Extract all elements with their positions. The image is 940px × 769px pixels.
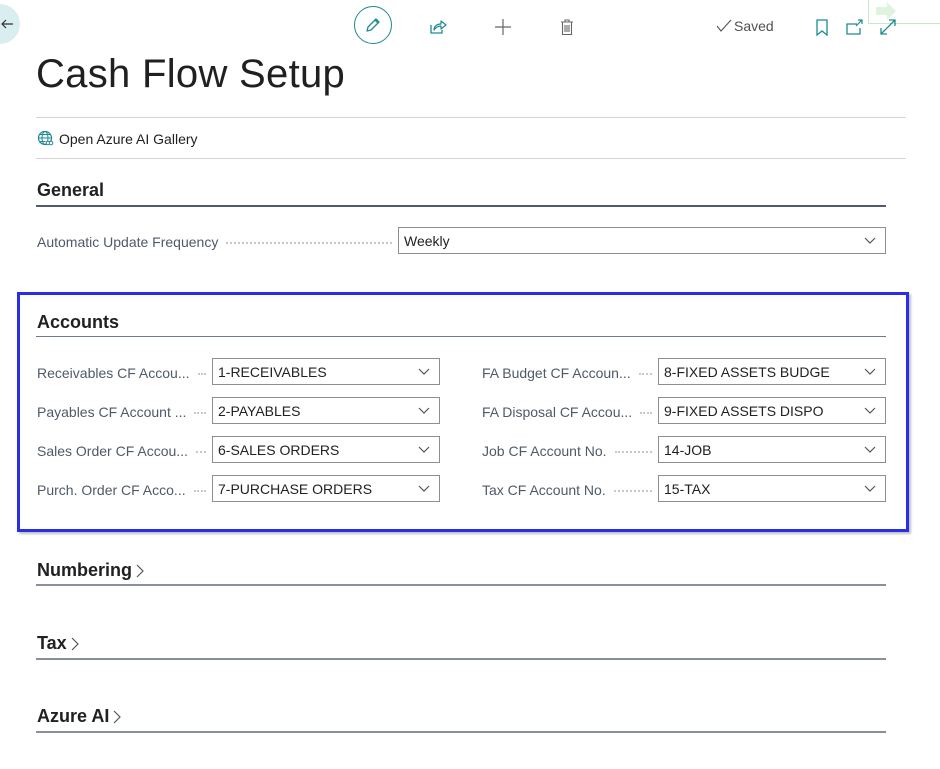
select-value: Weekly [404, 232, 450, 249]
section-general-title: General [37, 180, 105, 200]
leader-dots [226, 242, 392, 244]
section-rule [36, 205, 886, 207]
open-new-window-button[interactable] [844, 17, 866, 37]
section-azure-ai-header[interactable]: Azure AI [37, 706, 122, 727]
section-general-header[interactable]: General [37, 180, 104, 201]
expand-icon [880, 19, 896, 35]
arrow-left-icon [1, 19, 13, 29]
share-button[interactable] [426, 16, 450, 38]
chevron-right-icon [71, 637, 79, 650]
section-tax-title: Tax [37, 633, 67, 653]
divider [36, 158, 906, 159]
chevron-down-icon [855, 237, 885, 245]
globe-link-icon [37, 130, 54, 146]
plus-icon [495, 19, 511, 35]
section-tax-header[interactable]: Tax [37, 633, 79, 654]
automatic-update-frequency-select[interactable]: Weekly [398, 227, 886, 254]
section-rule [36, 584, 886, 586]
back-button[interactable] [0, 4, 20, 44]
accounts-highlight-frame [17, 292, 909, 532]
saved-status: Saved [716, 18, 774, 34]
section-rule [36, 731, 886, 733]
chevron-right-icon [113, 710, 122, 723]
page-title: Cash Flow Setup [36, 52, 346, 96]
open-azure-ai-gallery-label: Open Azure AI Gallery [59, 130, 198, 147]
checkmark-icon [716, 19, 732, 32]
bookmark-button[interactable] [813, 17, 831, 37]
divider [36, 117, 906, 118]
expand-button[interactable] [877, 16, 899, 38]
open-azure-ai-gallery-action[interactable]: Open Azure AI Gallery [37, 130, 198, 147]
field-automatic-update-frequency-label: Automatic Update Frequency [37, 232, 398, 252]
saved-label: Saved [734, 18, 774, 34]
new-button[interactable] [492, 16, 514, 38]
chevron-right-icon [136, 564, 144, 577]
field-label-text: Automatic Update Frequency [37, 234, 219, 250]
section-numbering-title: Numbering [37, 560, 133, 580]
section-numbering-header[interactable]: Numbering [37, 560, 144, 581]
section-azure-ai-title: Azure AI [37, 706, 110, 726]
pencil-icon [366, 18, 380, 32]
bookmark-icon [816, 18, 828, 36]
edit-button[interactable] [354, 6, 392, 44]
open-in-new-window-icon [846, 19, 863, 35]
section-rule [36, 658, 886, 660]
trash-icon [561, 19, 573, 36]
share-icon [430, 20, 447, 34]
delete-button[interactable] [557, 16, 577, 38]
